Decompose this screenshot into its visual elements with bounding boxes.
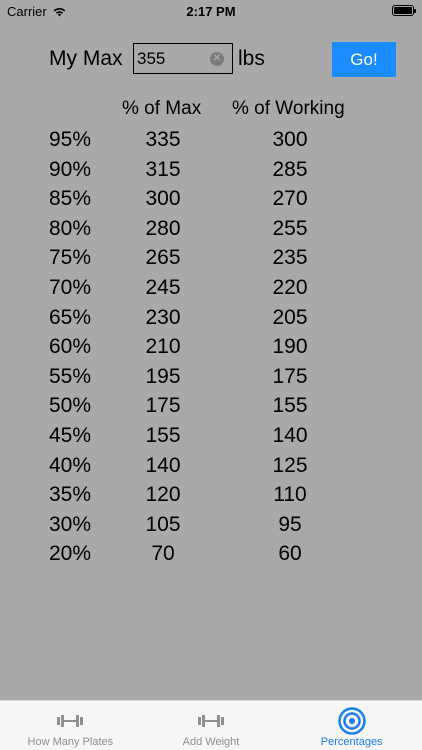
max-value-cell: 300 bbox=[145, 187, 181, 211]
working-value-cell: 205 bbox=[272, 305, 308, 329]
dumbbell-icon bbox=[198, 715, 224, 727]
working-value-cell: 190 bbox=[272, 335, 308, 359]
tab-bar: How Many Plates Add Weight Percentages bbox=[0, 700, 422, 750]
table-row: 85% 300 270 bbox=[0, 187, 422, 217]
max-value-cell: 335 bbox=[145, 128, 181, 151]
header-percent-of-working: % of Working bbox=[232, 98, 345, 119]
working-value-cell: 60 bbox=[278, 542, 302, 566]
tab-label: Add Weight bbox=[182, 736, 240, 748]
working-value-cell: 235 bbox=[272, 246, 308, 270]
working-value-cell: 255 bbox=[272, 216, 308, 240]
percent-cell: 55% bbox=[48, 364, 92, 388]
tab-label: Percentages bbox=[320, 736, 383, 748]
percent-cell: 70% bbox=[48, 275, 92, 299]
working-value-cell: 140 bbox=[272, 423, 308, 447]
max-input-row: My Max ✕ lbs Go! bbox=[0, 42, 422, 77]
table-row: 30% 105 95 bbox=[0, 513, 422, 543]
table-row: 95% 335 300 bbox=[0, 128, 422, 158]
working-value-cell: 155 bbox=[272, 394, 308, 418]
max-value-cell: 70 bbox=[151, 542, 175, 566]
table-row: 55% 195 175 bbox=[0, 365, 422, 395]
percent-cell: 75% bbox=[48, 246, 92, 270]
percent-cell: 90% bbox=[48, 157, 92, 181]
working-value-cell: 270 bbox=[272, 187, 308, 211]
max-value-cell: 245 bbox=[145, 275, 181, 299]
max-value-cell: 230 bbox=[145, 305, 181, 329]
tab-add-weight[interactable]: Add Weight bbox=[141, 701, 282, 750]
table-row: 45% 155 140 bbox=[0, 424, 422, 454]
max-value-cell: 315 bbox=[145, 157, 181, 181]
table-row: 90% 315 285 bbox=[0, 158, 422, 188]
target-icon bbox=[337, 707, 366, 735]
go-button[interactable]: Go! bbox=[332, 42, 396, 77]
status-bar: Carrier 2:17 PM bbox=[0, 0, 422, 22]
my-max-label: My Max bbox=[49, 47, 123, 70]
table-row: 20% 70 60 bbox=[0, 542, 422, 572]
percent-cell: 20% bbox=[48, 542, 92, 566]
percent-cell: 60% bbox=[48, 335, 92, 359]
max-value-cell: 105 bbox=[145, 512, 181, 536]
max-value-cell: 120 bbox=[145, 483, 181, 507]
working-value-cell: 220 bbox=[272, 275, 308, 299]
tab-label: How Many Plates bbox=[27, 736, 114, 748]
max-value-cell: 155 bbox=[145, 423, 181, 447]
working-value-cell: 125 bbox=[272, 453, 308, 477]
percent-cell: 30% bbox=[48, 512, 92, 536]
percent-cell: 40% bbox=[48, 453, 92, 477]
dumbbell-icon bbox=[57, 715, 84, 727]
table-row: 40% 140 125 bbox=[0, 454, 422, 484]
percent-cell: 50% bbox=[48, 394, 92, 418]
working-value-cell: 95 bbox=[278, 512, 302, 536]
tab-percentages[interactable]: Percentages bbox=[281, 701, 422, 750]
battery-icon bbox=[392, 5, 416, 16]
percentages-table: 95% 335 300 90% 315 285 85% 300 270 80% 280 255 75% 2… bbox=[0, 128, 422, 572]
status-time: 2:17 PM bbox=[186, 4, 236, 19]
working-value-cell: 175 bbox=[272, 364, 308, 388]
max-value-cell: 280 bbox=[145, 216, 181, 240]
percent-cell: 85% bbox=[48, 187, 92, 211]
percent-cell: 95% bbox=[48, 128, 92, 151]
max-field-container: ✕ bbox=[133, 43, 233, 74]
working-value-cell: 300 bbox=[272, 128, 308, 151]
percent-cell: 65% bbox=[48, 305, 92, 329]
percent-cell: 45% bbox=[48, 423, 92, 447]
table-row: 60% 210 190 bbox=[0, 335, 422, 365]
working-value-cell: 110 bbox=[273, 483, 307, 507]
tab-how-many-plates[interactable]: How Many Plates bbox=[0, 701, 141, 750]
percent-cell: 35% bbox=[48, 483, 92, 507]
max-value-cell: 265 bbox=[145, 246, 181, 270]
table-row: 35% 120 110 bbox=[0, 483, 422, 513]
max-value-cell: 140 bbox=[145, 453, 181, 477]
table-row: 80% 280 255 bbox=[0, 217, 422, 247]
unit-label: lbs bbox=[238, 47, 265, 70]
table-row: 65% 230 205 bbox=[0, 306, 422, 336]
table-row: 75% 265 235 bbox=[0, 246, 422, 276]
header-percent-of-max: % of Max bbox=[122, 98, 202, 119]
max-value-cell: 175 bbox=[145, 394, 181, 418]
table-row: 50% 175 155 bbox=[0, 394, 422, 424]
max-value-cell: 195 bbox=[145, 364, 181, 388]
percent-cell: 80% bbox=[48, 216, 92, 240]
max-value-cell: 210 bbox=[145, 335, 181, 359]
working-value-cell: 285 bbox=[272, 157, 308, 181]
table-row: 70% 245 220 bbox=[0, 276, 422, 306]
clear-icon[interactable]: ✕ bbox=[210, 52, 224, 66]
